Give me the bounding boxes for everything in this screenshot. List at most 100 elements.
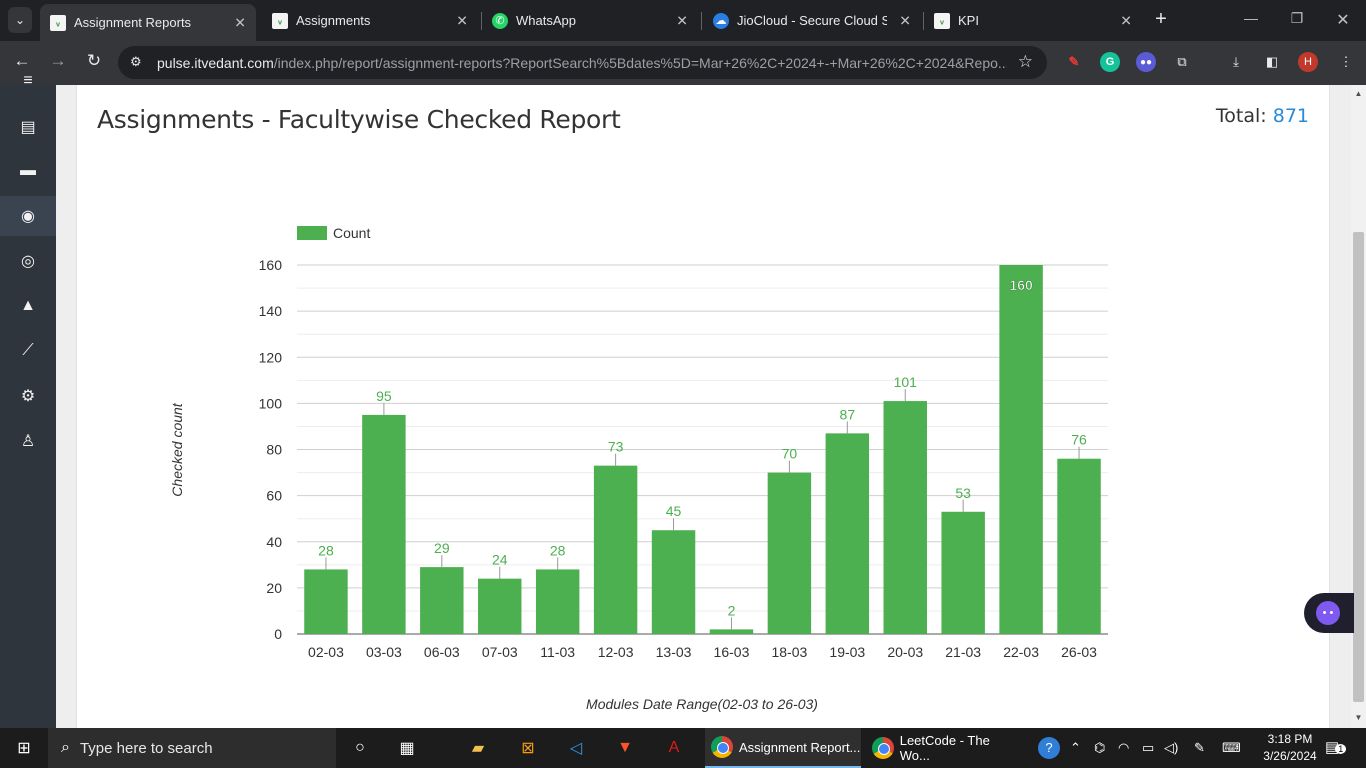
back-icon[interactable]: ←: [10, 51, 34, 71]
pen-extension-icon[interactable]: ✎: [1064, 52, 1084, 72]
forward-icon[interactable]: →: [46, 51, 70, 71]
system-clock[interactable]: 3:18 PM 3/26/2024: [1250, 731, 1330, 765]
chrome-icon: [711, 736, 733, 758]
xampp-icon[interactable]: ⊠: [515, 736, 541, 760]
data-label: 24: [492, 552, 508, 568]
url-text[interactable]: pulse.itvedant.com/index.php/report/assi…: [157, 55, 1007, 71]
close-icon[interactable]: ✕: [1120, 12, 1132, 29]
y-tick-label: 0: [274, 626, 282, 642]
ticket-icon[interactable]: ▤: [0, 107, 56, 147]
bar-07-03: [478, 578, 522, 634]
restore-icon[interactable]: ❐: [1285, 10, 1309, 27]
wifi-icon[interactable]: ◠: [1118, 740, 1129, 756]
tab-assignment-reports[interactable]: ᵥ Assignment Reports ✕: [40, 4, 256, 41]
comment-icon[interactable]: ▬: [0, 151, 56, 191]
y-tick-label: 80: [266, 442, 282, 458]
windows-start-icon[interactable]: ⊞: [11, 736, 37, 760]
taskbar-app-chrome-leetcode[interactable]: LeetCode - The Wo...: [866, 728, 1022, 768]
line-chart-icon[interactable]: ⟋: [0, 331, 56, 371]
task-view-icon[interactable]: ○: [347, 736, 373, 760]
tab-assignments[interactable]: ᵥ Assignments ✕: [262, 4, 478, 37]
bookmark-star-icon[interactable]: ☆: [1018, 52, 1033, 72]
chat-assistant-button[interactable]: • •: [1304, 593, 1354, 633]
help-icon[interactable]: ?: [1038, 737, 1060, 759]
y-tick-label: 20: [266, 580, 282, 596]
notification-count: 1: [1335, 744, 1347, 754]
bar-02-03: [304, 569, 348, 634]
network-icon[interactable]: ⌬: [1094, 740, 1105, 756]
graduation-cap-icon[interactable]: ▲: [0, 286, 56, 326]
bar-20-03: [883, 401, 927, 634]
new-tab-button[interactable]: +: [1150, 8, 1172, 31]
brave-icon[interactable]: ▼: [612, 736, 638, 760]
close-window-icon[interactable]: ✕: [1331, 10, 1355, 30]
search-placeholder: Type here to search: [79, 739, 213, 757]
menu-icon[interactable]: ≡: [0, 71, 56, 91]
taskbar-app-chrome-assignment[interactable]: Assignment Report...: [705, 728, 861, 768]
target-icon[interactable]: ◉: [0, 196, 56, 236]
browser-tab-bar: ⌄ ᵥ Assignment Reports ✕ ᵥ Assignments ✕…: [0, 0, 1366, 41]
file-explorer-icon[interactable]: ▰: [465, 736, 491, 760]
y-axis-title: Checked count: [169, 402, 185, 497]
y-tick-label: 40: [266, 534, 282, 550]
download-icon[interactable]: ⤓: [1226, 52, 1246, 72]
data-label: 73: [608, 439, 624, 455]
chevron-up-icon[interactable]: ⌃: [1070, 740, 1081, 756]
scroll-down-arrow-icon[interactable]: ▼: [1351, 713, 1366, 722]
y-tick-label: 160: [259, 257, 283, 273]
x-tick-label: 07-03: [482, 644, 518, 660]
browser-toolbar: ← → ↻ ⚙ pulse.itvedant.com/index.php/rep…: [0, 41, 1366, 85]
scroll-up-arrow-icon[interactable]: ▲: [1351, 89, 1366, 98]
widgets-icon[interactable]: ▦: [394, 736, 420, 760]
tab-jiocloud[interactable]: ☁ JioCloud - Secure Cloud Sto ✕: [703, 4, 921, 37]
cogs-icon[interactable]: ⚙: [0, 376, 56, 416]
data-label: 95: [376, 388, 392, 404]
y-tick-label: 120: [259, 349, 283, 365]
sitemap-icon[interactable]: ♙: [0, 421, 56, 461]
x-tick-label: 06-03: [424, 644, 460, 660]
whatsapp-icon: ✆: [492, 12, 508, 29]
bar-06-03: [420, 567, 464, 634]
reload-icon[interactable]: ↻: [82, 51, 106, 71]
profile-avatar[interactable]: H: [1298, 52, 1318, 72]
address-bar[interactable]: ⚙ pulse.itvedant.com/index.php/report/as…: [118, 46, 1047, 79]
search-icon: ⌕: [61, 739, 70, 756]
site-settings-icon[interactable]: ⚙: [130, 54, 142, 70]
data-label: 70: [782, 446, 798, 462]
x-tick-label: 26-03: [1061, 644, 1097, 660]
data-label: 101: [894, 374, 918, 390]
extensions-puzzle-icon[interactable]: ⧉: [1172, 52, 1192, 72]
battery-icon[interactable]: ▭: [1142, 740, 1154, 756]
data-label: 87: [840, 406, 856, 422]
vscode-icon[interactable]: ◁: [563, 736, 589, 760]
chrome-icon: [872, 737, 894, 759]
taskbar-app-title: Assignment Report...: [739, 739, 861, 755]
taskbar-search[interactable]: ⌕ Type here to search: [48, 728, 336, 768]
bar-22-03: [999, 265, 1043, 634]
keyboard-icon[interactable]: ⌨: [1222, 740, 1241, 756]
tab-whatsapp[interactable]: ✆ WhatsApp ✕: [482, 4, 698, 37]
x-tick-label: 03-03: [366, 644, 402, 660]
side-panel-icon[interactable]: ◧: [1262, 52, 1282, 72]
volume-icon[interactable]: ◁): [1164, 740, 1178, 756]
grammarly-icon[interactable]: G: [1100, 52, 1120, 72]
close-icon[interactable]: ✕: [234, 14, 246, 31]
tab-search-button[interactable]: ⌄: [8, 7, 32, 33]
scrollbar-thumb[interactable]: [1353, 232, 1364, 702]
close-icon[interactable]: ✕: [456, 12, 468, 29]
notification-icon[interactable]: ▤1: [1325, 738, 1347, 756]
close-icon[interactable]: ✕: [899, 12, 911, 29]
tab-kpi[interactable]: ᵥ KPI ✕: [924, 4, 1142, 37]
x-tick-label: 16-03: [714, 644, 750, 660]
pen-icon[interactable]: ✎: [1194, 740, 1205, 756]
more-menu-icon[interactable]: ⋮: [1336, 52, 1356, 72]
angular-icon[interactable]: A: [661, 736, 687, 760]
close-icon[interactable]: ✕: [676, 12, 688, 29]
y-tick-label: 140: [259, 303, 283, 319]
tab-title: Assignments: [296, 13, 371, 28]
target-icon[interactable]: ◎: [0, 241, 56, 281]
assistant-extension-icon[interactable]: ●●: [1136, 52, 1156, 72]
tab-title: JioCloud - Secure Cloud Sto: [737, 13, 887, 28]
legend-label: Count: [333, 225, 370, 241]
minimize-icon[interactable]: —: [1239, 10, 1263, 26]
